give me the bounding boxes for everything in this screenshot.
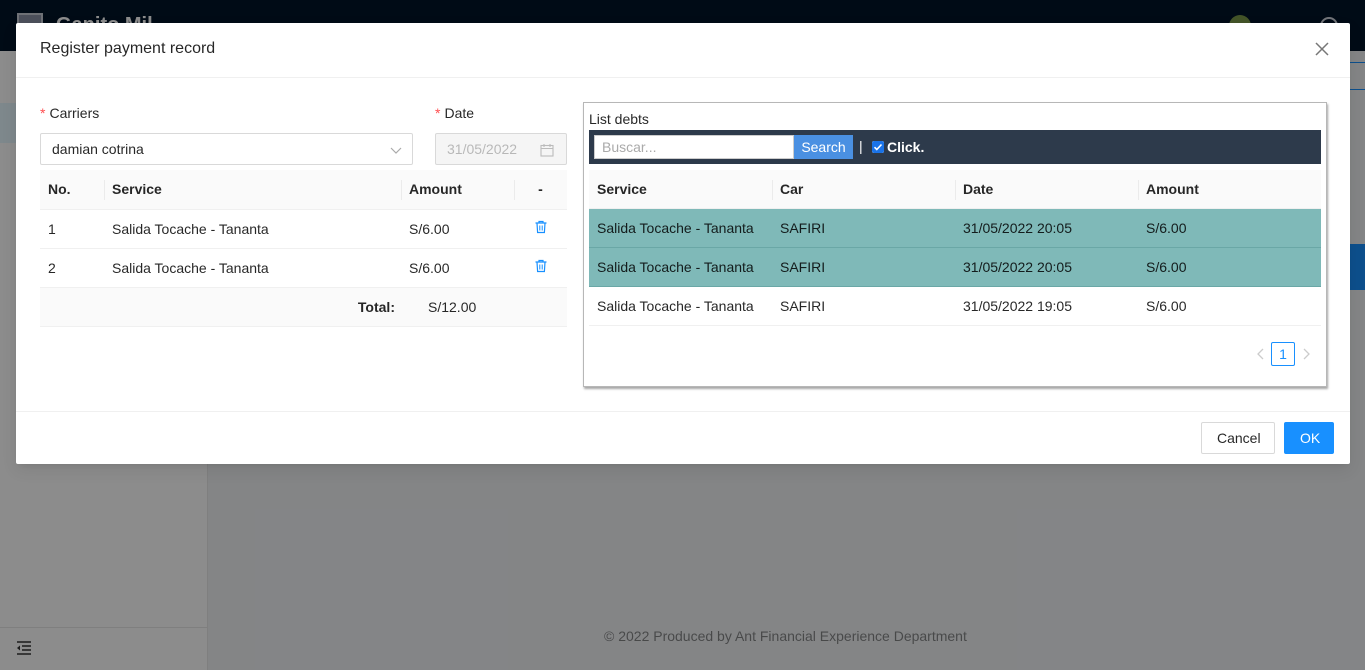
carrier-select[interactable]: damian cotrina — [40, 133, 413, 165]
column-header: No. — [40, 170, 104, 210]
row-no: 1 — [40, 209, 104, 249]
debts-table: Service Car Date Amount Salida Tocache -… — [589, 170, 1321, 326]
total-value: S/12.00 — [401, 287, 514, 327]
row-amount: S/6.00 — [401, 209, 514, 249]
column-header: Date — [955, 170, 1138, 209]
debt-amount: S/6.00 — [1138, 208, 1321, 248]
modal-title: Register payment record — [40, 40, 216, 57]
required-mark: * — [40, 105, 46, 121]
table-row[interactable]: Salida Tocache - Tananta SAFIRI 31/05/20… — [589, 247, 1321, 287]
row-action — [514, 248, 567, 288]
debt-service: Salida Tocache - Tananta — [589, 247, 772, 287]
column-header: Amount — [401, 170, 514, 210]
column-header: Service — [589, 170, 772, 209]
row-service: Salida Tocache - Tananta — [104, 209, 401, 249]
debt-car: SAFIRI — [772, 208, 955, 248]
debt-date: 31/05/2022 20:05 — [955, 208, 1138, 248]
modal-header: Register payment record — [16, 23, 1350, 78]
click-checkbox-label[interactable]: Click. — [887, 139, 924, 155]
delete-icon[interactable] — [534, 220, 548, 234]
search-input[interactable] — [594, 135, 794, 159]
row-action — [514, 209, 567, 249]
debt-car: SAFIRI — [772, 247, 955, 287]
row-amount: S/6.00 — [401, 248, 514, 288]
register-payment-modal: Register payment record * Carriers damian… — [16, 23, 1350, 464]
date-picker: 31/05/2022 — [435, 133, 567, 165]
column-header: Amount — [1138, 170, 1321, 209]
row-no: 2 — [40, 248, 104, 288]
total-label: Total: — [104, 287, 401, 327]
search-bar: Search | Click. — [589, 130, 1321, 164]
table-row: 1 Salida Tocache - Tananta S/6.00 — [40, 209, 567, 249]
cancel-button[interactable]: Cancel — [1201, 422, 1275, 454]
required-mark: * — [435, 105, 441, 121]
column-header: - — [514, 170, 567, 210]
chevron-down-icon — [390, 147, 402, 154]
debt-date: 31/05/2022 19:05 — [955, 286, 1138, 326]
chevron-left-icon[interactable] — [1256, 348, 1266, 360]
page-number[interactable]: 1 — [1271, 342, 1295, 366]
row-service: Salida Tocache - Tananta — [104, 248, 401, 288]
carriers-label: * Carriers — [40, 105, 100, 121]
date-value: 31/05/2022 — [447, 141, 518, 157]
date-label: * Date — [435, 105, 475, 121]
carrier-value: damian cotrina — [52, 141, 144, 157]
column-header: Service — [104, 170, 401, 210]
ok-button[interactable]: OK — [1284, 422, 1334, 454]
click-checkbox[interactable] — [872, 141, 884, 153]
debts-title: List debts — [589, 111, 649, 127]
total-row: Total: S/12.00 — [40, 287, 567, 327]
selected-payments-table: No. Service Amount - 1 Salida Tocache - … — [40, 170, 567, 327]
separator: | — [859, 138, 863, 154]
debt-service: Salida Tocache - Tananta — [589, 286, 772, 326]
debt-amount: S/6.00 — [1138, 286, 1321, 326]
search-button[interactable]: Search — [794, 135, 853, 159]
modal-footer: Cancel OK — [16, 411, 1350, 464]
chevron-right-icon[interactable] — [1301, 348, 1311, 360]
calendar-icon — [540, 144, 554, 157]
column-header: Car — [772, 170, 955, 209]
debt-amount: S/6.00 — [1138, 247, 1321, 287]
debt-car: SAFIRI — [772, 286, 955, 326]
debt-service: Salida Tocache - Tananta — [589, 208, 772, 248]
debt-date: 31/05/2022 20:05 — [955, 247, 1138, 287]
table-row[interactable]: Salida Tocache - Tananta SAFIRI 31/05/20… — [589, 208, 1321, 248]
table-row: 2 Salida Tocache - Tananta S/6.00 — [40, 248, 567, 288]
table-row[interactable]: Salida Tocache - Tananta SAFIRI 31/05/20… — [589, 286, 1321, 326]
delete-icon[interactable] — [534, 259, 548, 273]
close-icon[interactable] — [1314, 41, 1330, 57]
debts-panel: List debts Search | Click. Service Car D… — [583, 102, 1327, 387]
